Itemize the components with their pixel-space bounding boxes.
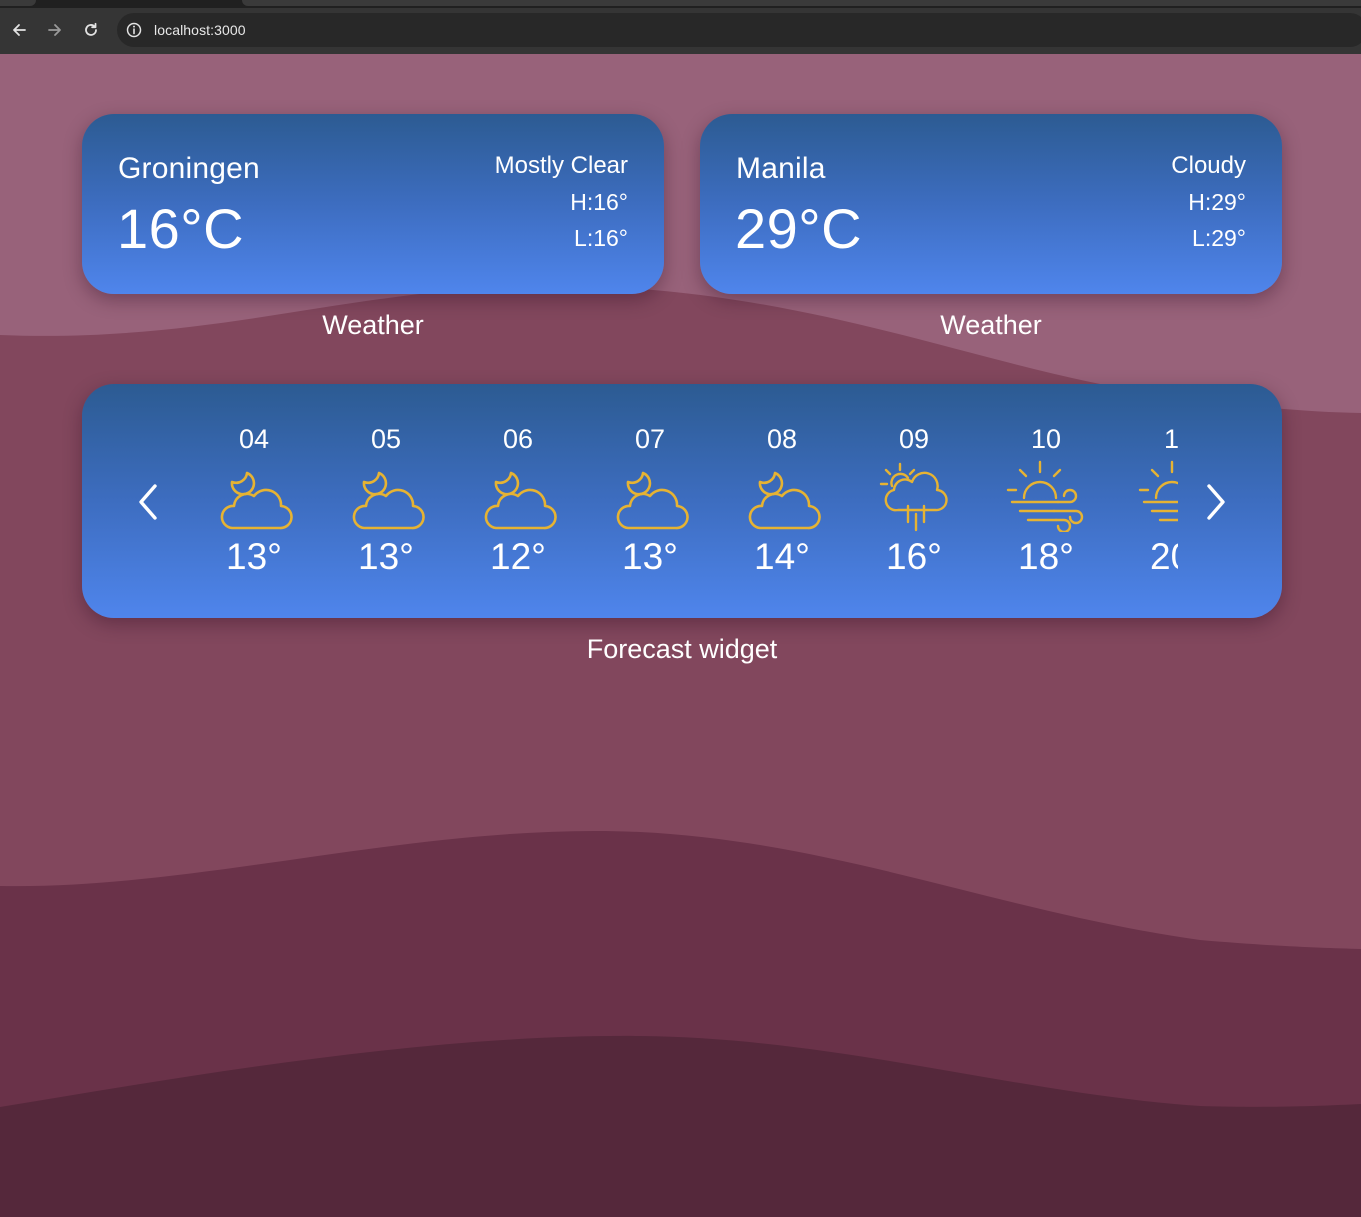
- forecast-hour: 07: [634, 424, 666, 454]
- city-name: Manila: [736, 152, 826, 185]
- reload-button[interactable]: [79, 18, 103, 42]
- current-temperature: 16°C: [117, 197, 245, 260]
- url-text[interactable]: localhost:3000: [154, 22, 246, 38]
- forecast-item: 04 13°: [188, 424, 320, 624]
- partly-cloudy-night-icon: [748, 471, 821, 530]
- info-icon[interactable]: [125, 21, 143, 39]
- address-bar[interactable]: localhost:3000: [117, 13, 1361, 47]
- forecast-prev-button[interactable]: [128, 478, 168, 526]
- weather-card-manila[interactable]: Manila 29°C Cloudy H:29° L:29°: [700, 114, 1282, 294]
- weather-caption: Weather: [322, 310, 424, 340]
- chevron-right-icon: [1207, 484, 1225, 520]
- forecast-hour: 09: [898, 424, 930, 454]
- tab[interactable]: [0, 0, 36, 6]
- reload-icon: [85, 22, 97, 36]
- forecast-caption: Forecast widget: [586, 634, 778, 664]
- forecast-hour: 06: [502, 424, 534, 454]
- forecast-item: 05 13°: [320, 424, 452, 624]
- weather-card-groningen[interactable]: Groningen 16°C Mostly Clear H:16° L:16°: [82, 114, 664, 294]
- partly-cloudy-night-icon: [352, 471, 425, 530]
- weather-condition: Mostly Clear: [494, 152, 628, 179]
- forecast-temperature: 14°: [754, 536, 810, 577]
- weather-caption: Weather: [940, 310, 1042, 340]
- city-name: Groningen: [118, 152, 260, 185]
- tab-strip-bar: [242, 0, 1361, 6]
- forecast-item: 08 14°: [716, 424, 848, 624]
- high-temperature: H:29°: [1188, 189, 1246, 215]
- forecast-hour: 04: [238, 424, 270, 454]
- arrow-left-icon: [13, 24, 26, 36]
- page-viewport: Groningen 16°C Mostly Clear H:16° L:16° …: [0, 54, 1361, 1217]
- partly-cloudy-rain-icon: [879, 462, 948, 532]
- forecast-widget: 04 13° 05 13° 06 12° 07 13° 08 14° 09 16…: [82, 384, 1282, 618]
- forecast-next-button[interactable]: [1196, 478, 1236, 526]
- high-temperature: H:16°: [570, 189, 628, 215]
- forecast-item: 11 20°: [1112, 424, 1178, 624]
- forward-button[interactable]: [43, 18, 67, 42]
- forecast-temperature: 20°: [1150, 536, 1178, 577]
- low-temperature: L:16°: [574, 225, 628, 251]
- chevron-left-icon: [139, 484, 157, 520]
- forecast-temperature: 13°: [622, 536, 678, 577]
- forecast-temperature: 13°: [226, 536, 282, 577]
- forecast-hour: 05: [370, 424, 402, 454]
- forecast-scroll-area[interactable]: 04 13° 05 13° 06 12° 07 13° 08 14° 09 16…: [188, 424, 1178, 624]
- forecast-temperature: 18°: [1018, 536, 1074, 577]
- browser-toolbar: localhost:3000: [0, 0, 1361, 54]
- forecast-item: 10 18°: [980, 424, 1112, 624]
- partly-cloudy-night-icon: [220, 471, 293, 530]
- sunrise-wind-icon: [1006, 460, 1084, 532]
- tab-strip: [0, 0, 1361, 8]
- current-temperature: 29°C: [735, 197, 863, 260]
- forecast-temperature: 16°: [886, 536, 942, 577]
- forecast-hour: 10: [1030, 424, 1062, 454]
- partly-cloudy-night-icon: [616, 471, 689, 530]
- forecast-item: 09 16°: [848, 424, 980, 624]
- back-button[interactable]: [7, 18, 31, 42]
- partly-cloudy-night-icon: [484, 471, 557, 530]
- forecast-hour: 11: [1163, 424, 1178, 454]
- forecast-temperature: 13°: [358, 536, 414, 577]
- sunrise-wind-icon: [1138, 460, 1178, 522]
- arrow-right-icon: [48, 24, 61, 36]
- weather-condition: Cloudy: [1171, 152, 1246, 179]
- forecast-item: 07 13°: [584, 424, 716, 624]
- forecast-hour: 08: [766, 424, 798, 454]
- forecast-temperature: 12°: [490, 536, 546, 577]
- forecast-item: 06 12°: [452, 424, 584, 624]
- low-temperature: L:29°: [1192, 225, 1246, 251]
